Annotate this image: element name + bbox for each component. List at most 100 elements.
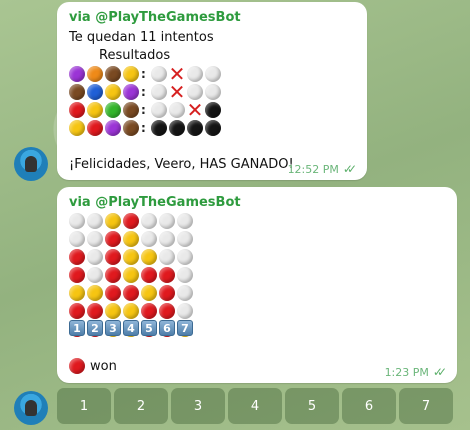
board-cell [69, 267, 85, 283]
white-ball-icon [151, 102, 167, 118]
cross-mark-icon: ✕ [168, 80, 186, 104]
cross-mark-icon: ✕ [186, 98, 204, 122]
white-ball-icon [205, 84, 221, 100]
white-disc-icon [69, 231, 85, 247]
via-bot-link[interactable]: via @PlayTheGamesBot [69, 10, 241, 25]
message-time: 12:52 PM [287, 162, 339, 176]
white-ball-icon [187, 66, 203, 82]
separator-colon: : [141, 67, 146, 81]
board-cell [177, 213, 193, 229]
separator-colon: : [141, 103, 146, 117]
separator-colon: : [141, 121, 146, 135]
board-cell [105, 249, 121, 265]
white-disc-icon [159, 231, 175, 247]
yellow-ball-icon [87, 102, 103, 118]
board-cell [141, 285, 157, 301]
red-disc-icon [159, 267, 175, 283]
bot-avatar[interactable] [14, 391, 48, 425]
black-ball-icon [187, 120, 203, 136]
white-disc-icon [177, 285, 193, 301]
red-disc-icon [69, 249, 85, 265]
white-disc-icon [87, 231, 103, 247]
board-cell [123, 249, 139, 265]
column-button-5[interactable]: 5 [285, 388, 339, 424]
column-button-6[interactable]: 6 [342, 388, 396, 424]
black-ball-icon [169, 120, 185, 136]
bot-avatar[interactable] [14, 147, 48, 181]
guess-peg [87, 120, 103, 136]
via-bot-link[interactable]: via @PlayTheGamesBot [69, 195, 241, 210]
board-cell [159, 213, 175, 229]
column-number-2: 2 [87, 320, 103, 336]
column-button-4[interactable]: 4 [228, 388, 282, 424]
board-cell [105, 231, 121, 247]
yellow-disc-icon [141, 249, 157, 265]
white-ball-icon [169, 102, 185, 118]
white-disc-icon [177, 267, 193, 283]
read-checkmarks-icon: ✓✓ [342, 162, 357, 176]
board-cell [159, 231, 175, 247]
column-button-1[interactable]: 1 [57, 388, 111, 424]
brown-ball-icon [105, 66, 121, 82]
board-cell [141, 249, 157, 265]
red-disc-icon [105, 267, 121, 283]
white-disc-icon [177, 249, 193, 265]
white-disc-icon [69, 213, 85, 229]
red-disc-icon [69, 303, 85, 319]
board-cell [177, 285, 193, 301]
yellow-disc-icon [123, 231, 139, 247]
guess-peg [105, 84, 121, 100]
results-heading: Resultados [99, 48, 171, 63]
board-cell [159, 303, 175, 319]
guess-peg [105, 120, 121, 136]
column-button-2[interactable]: 2 [114, 388, 168, 424]
mastermind-results: : ✕: ✕: ✕: [69, 64, 221, 136]
result-peg: ✕ [168, 80, 186, 104]
board-cell [159, 249, 175, 265]
board-cell [159, 267, 175, 283]
winner-text: won [90, 358, 117, 374]
column-number-5: 5 [141, 320, 157, 336]
board-cell [87, 285, 103, 301]
message-meta-2: 1:23 PM ✓✓ [385, 365, 448, 379]
yellow-disc-icon [123, 303, 139, 319]
board-cell [159, 285, 175, 301]
purple-ball-icon [69, 66, 85, 82]
message-bubble-1: via @PlayTheGamesBot Te quedan 11 intent… [57, 2, 367, 180]
board-cell [105, 267, 121, 283]
board-cell [177, 249, 193, 265]
attempts-text: Te quedan 11 intentos [69, 30, 214, 45]
column-button-3[interactable]: 3 [171, 388, 225, 424]
result-peg [151, 120, 167, 136]
winner-disc-icon [69, 358, 85, 374]
red-disc-icon [159, 303, 175, 319]
yellow-ball-icon [105, 84, 121, 100]
guess-peg [105, 66, 121, 82]
result-peg [205, 102, 221, 118]
board-cell [87, 249, 103, 265]
white-ball-icon [205, 66, 221, 82]
board-cell [123, 267, 139, 283]
red-disc-icon [105, 231, 121, 247]
yellow-disc-icon [123, 267, 139, 283]
read-checkmarks-icon: ✓✓ [432, 365, 447, 379]
board-cell [87, 213, 103, 229]
red-disc-icon [159, 285, 175, 301]
board-cell [69, 213, 85, 229]
board-cell [177, 303, 193, 319]
column-keyboard: 1234567 [57, 388, 453, 424]
board-cell [141, 213, 157, 229]
board-cell [87, 267, 103, 283]
column-number-4: 4 [123, 320, 139, 336]
white-disc-icon [87, 249, 103, 265]
column-button-7[interactable]: 7 [399, 388, 453, 424]
message-meta-1: 12:52 PM ✓✓ [287, 162, 358, 176]
result-peg [187, 120, 203, 136]
board-cell [141, 231, 157, 247]
board-cell [141, 267, 157, 283]
board-cell [123, 285, 139, 301]
red-disc-icon [123, 285, 139, 301]
brown-ball-icon [69, 84, 85, 100]
board-cell [69, 249, 85, 265]
red-disc-icon [141, 303, 157, 319]
